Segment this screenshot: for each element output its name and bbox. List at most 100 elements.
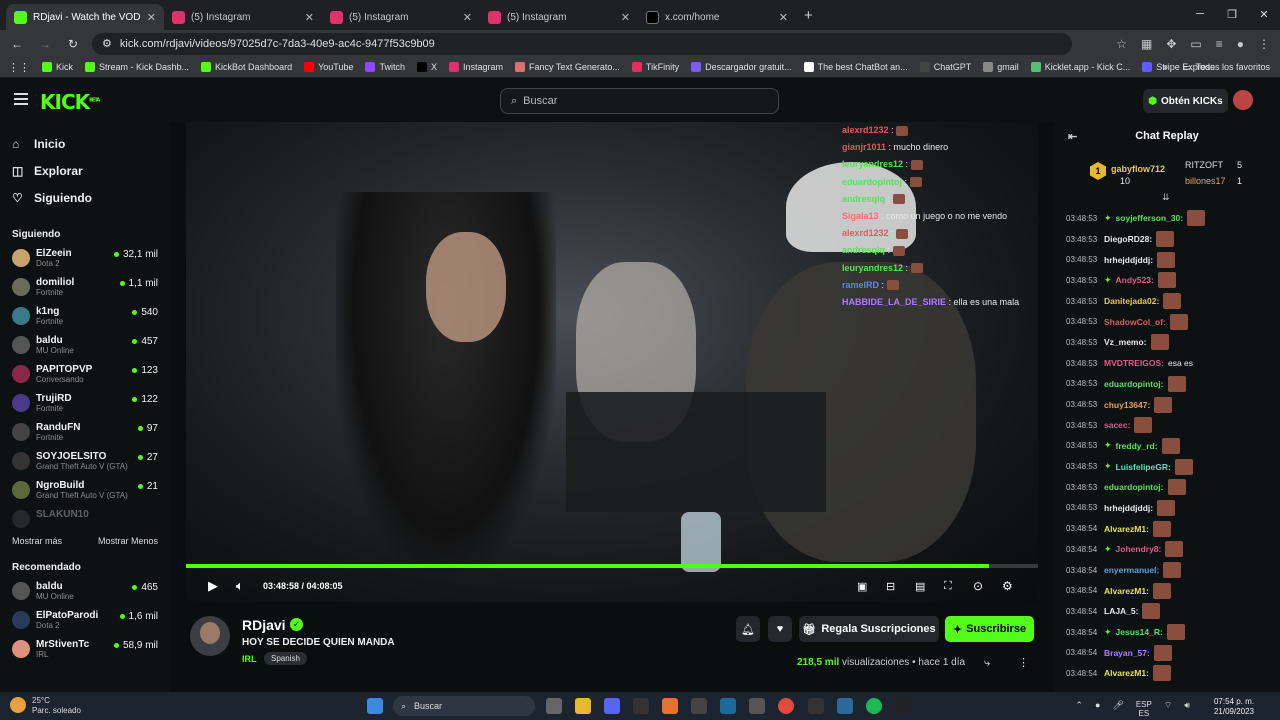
- subscribe-button[interactable]: ✦ Suscribirse: [945, 616, 1034, 642]
- sidebar-channel[interactable]: RanduFN Fortnite 97: [0, 419, 170, 448]
- back-icon[interactable]: ←: [8, 37, 26, 51]
- sidebar-channel[interactable]: TrujiRD Fortnite 122: [0, 390, 170, 419]
- share-icon[interactable]: ⤷: [984, 657, 990, 670]
- collapse-chat-icon[interactable]: ⇤: [1068, 130, 1077, 143]
- sidebar-channel[interactable]: MrStivenTc IRL 58,9 mil: [0, 636, 170, 665]
- profile-icon[interactable]: ●: [1237, 37, 1244, 51]
- chat-username[interactable]: AlvarezM1:: [1104, 668, 1149, 678]
- apps-grid-icon[interactable]: ⋮⋮: [8, 61, 30, 74]
- chat-username[interactable]: hrhejddjddj:: [1104, 503, 1153, 513]
- bookmark-star-icon[interactable]: ☆: [1116, 37, 1127, 51]
- bookmark-item[interactable]: ChatGPT: [919, 62, 971, 72]
- chat-username[interactable]: DiegoRD28:: [1104, 234, 1152, 244]
- chat-username[interactable]: Jesus14_R:: [1116, 627, 1163, 637]
- show-less-link[interactable]: Mostrar Menos: [98, 536, 158, 546]
- wifi-icon[interactable]: ⌔: [1164, 700, 1172, 718]
- bookmark-item[interactable]: YouTube: [304, 62, 353, 72]
- chat-username[interactable]: hrhejddjddj:: [1104, 255, 1153, 265]
- hamburger-icon[interactable]: [14, 93, 28, 108]
- puzzle-icon[interactable]: ✥: [1166, 37, 1176, 51]
- sidebar-channel[interactable]: ElPatoParodi Dota 2 1,6 mil: [0, 607, 170, 636]
- bookmark-item[interactable]: Descargador gratuit...: [691, 62, 792, 72]
- chat-username[interactable]: AlvarezM1:: [1104, 586, 1149, 596]
- steam-icon[interactable]: [837, 698, 853, 714]
- epic-games-icon[interactable]: [633, 698, 649, 714]
- search-input[interactable]: ⌕ Buscar: [500, 88, 779, 114]
- windows-start-icon[interactable]: [367, 698, 383, 714]
- fullscreen-icon[interactable]: ⛶: [944, 580, 952, 593]
- bookmarks-overflow-icon[interactable]: »: [1163, 62, 1168, 72]
- sidebar-channel[interactable]: domiliol Fortnite 1,1 mil: [0, 274, 170, 303]
- follow-heart-icon[interactable]: ♥: [768, 616, 792, 642]
- chat-username[interactable]: Brayan_57:: [1104, 648, 1150, 658]
- forward-icon[interactable]: →: [36, 37, 54, 51]
- sidebar-channel[interactable]: baldu MU Online 457: [0, 332, 170, 361]
- chat-username[interactable]: Danitejada02:: [1104, 296, 1159, 306]
- bookmark-item[interactable]: Kick: [42, 62, 73, 72]
- bookmark-item[interactable]: TikFinity: [631, 62, 679, 72]
- get-kicks-button[interactable]: ⬢ Obtén KICKs: [1143, 89, 1228, 113]
- chat-username[interactable]: eduardopintoj:: [1104, 379, 1164, 389]
- chat-username[interactable]: ShadowCol_of:: [1104, 317, 1166, 327]
- spotify-icon[interactable]: [866, 698, 882, 714]
- notification-bell-icon[interactable]: 🔔︎: [736, 616, 760, 642]
- bookmark-item[interactable]: gmail: [983, 62, 1019, 72]
- sidebar-icon[interactable]: ▭: [1190, 37, 1201, 51]
- extension-icon[interactable]: ▦: [1141, 37, 1152, 51]
- app-icon[interactable]: [749, 698, 765, 714]
- volume-icon[interactable]: 🔊︎: [1184, 700, 1190, 718]
- chat-username[interactable]: chuy13647:: [1104, 400, 1150, 410]
- more-options-icon[interactable]: ⋮: [1018, 656, 1029, 669]
- obs-icon[interactable]: [691, 698, 707, 714]
- browser-tab[interactable]: x.com/home ✕: [638, 4, 796, 30]
- nav-home[interactable]: ⌂ Inicio: [0, 130, 170, 157]
- bookmark-item[interactable]: Stream - Kick Dashb...: [85, 62, 189, 72]
- browser-tab[interactable]: RDjavi - Watch the VOD on Kick ✕: [6, 4, 164, 30]
- all-bookmarks-folder[interactable]: ▭ Todos los favoritos: [1183, 62, 1270, 73]
- discord-icon[interactable]: [604, 698, 620, 714]
- browser-tab[interactable]: (5) Instagram ✕: [164, 4, 322, 30]
- language-tag[interactable]: Spanish: [264, 652, 307, 665]
- nav-explore[interactable]: ◫ Explorar: [0, 157, 170, 184]
- chat-username[interactable]: enyermanuel:: [1104, 565, 1159, 575]
- task-view-icon[interactable]: [546, 698, 562, 714]
- chat-username[interactable]: eduardopintoj:: [1104, 482, 1164, 492]
- sidebar-channel[interactable]: ElZeein Dota 2 32,1 mil: [0, 245, 170, 274]
- url-field[interactable]: ⚙ kick.com/rdjavi/videos/97025d7c-7da3-40…: [92, 32, 1072, 55]
- chat-username[interactable]: Johendry8:: [1116, 544, 1162, 554]
- expand-icon[interactable]: ⇊: [1162, 192, 1170, 203]
- user-avatar[interactable]: [1233, 90, 1253, 110]
- video-player[interactable]: alexrd1232 : gianjr1011 : mucho dinero le…: [186, 122, 1038, 602]
- tray-app-icon[interactable]: ●: [1095, 700, 1100, 718]
- restore-icon[interactable]: ❐: [1216, 0, 1248, 28]
- gift-subs-button[interactable]: 🎁︎ Regala Suscripciones: [799, 616, 939, 642]
- stream-category[interactable]: IRL: [242, 654, 257, 664]
- show-more-link[interactable]: Mostrar más: [12, 536, 62, 546]
- chat-username[interactable]: LAJA_5:: [1104, 606, 1138, 616]
- chrome-icon[interactable]: [778, 698, 794, 714]
- chat-username[interactable]: LuisfelipeGR:: [1116, 462, 1171, 472]
- chat-username[interactable]: AlvarezM1:: [1104, 524, 1149, 534]
- tray-lang[interactable]: ESP ES: [1136, 700, 1152, 718]
- speed-icon[interactable]: ⊙: [973, 579, 983, 593]
- tab-close-icon[interactable]: ✕: [779, 11, 788, 24]
- streamer-name[interactable]: RDjavi: [242, 617, 286, 633]
- theater-icon[interactable]: ▣: [857, 580, 867, 593]
- nav-following[interactable]: ♡ Siguiendo: [0, 184, 170, 211]
- chat-username[interactable]: MVDTREIGOS:: [1104, 358, 1164, 368]
- offline-channel[interactable]: SLAKUN10: [0, 506, 170, 530]
- bookmark-item[interactable]: Kicklet.app - Kick C...: [1030, 62, 1130, 72]
- chat-username[interactable]: sacec:: [1104, 420, 1130, 430]
- app-icon[interactable]: [808, 698, 824, 714]
- chat-username[interactable]: freddy_rd:: [1116, 441, 1158, 451]
- weather-widget[interactable]: 25°C Parc. soleado: [10, 696, 81, 716]
- terminal-icon[interactable]: [895, 698, 911, 714]
- file-explorer-icon[interactable]: [575, 698, 591, 714]
- bookmark-item[interactable]: Instagram: [449, 62, 503, 72]
- volume-icon[interactable]: 🔈︎: [236, 578, 244, 594]
- media-icon[interactable]: ≡: [1216, 37, 1223, 51]
- sidebar-channel[interactable]: SOYJOELSITO Grand Theft Auto V (GTA) 27: [0, 448, 170, 477]
- clock[interactable]: 07:54 p. m. 21/09/2023: [1214, 697, 1254, 717]
- sidebar-channel[interactable]: PAPITOPVP Conversando 123: [0, 361, 170, 390]
- menu-kebab-icon[interactable]: ⋮: [1258, 37, 1270, 51]
